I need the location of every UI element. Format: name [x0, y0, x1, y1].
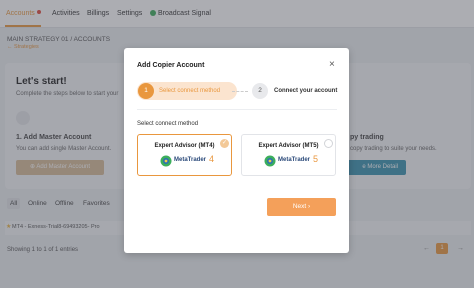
option-title: Expert Advisor (MT4) [154, 143, 215, 149]
brand-version: 5 [313, 154, 319, 164]
divider [137, 109, 337, 110]
metatrader-icon [160, 155, 172, 167]
option-title: Expert Advisor (MT5) [258, 143, 319, 149]
modal-title: Add Copier Account [137, 62, 205, 69]
option-expert-advisor-mt5[interactable]: Expert Advisor (MT5) MetaTrader 5 [241, 134, 336, 176]
close-icon[interactable]: × [329, 60, 335, 70]
option-expert-advisor-mt4[interactable]: ✓ Expert Advisor (MT4) MetaTrader 4 [137, 134, 232, 176]
step-connector [232, 91, 248, 92]
brand-version: 4 [209, 154, 215, 164]
brand-name: MetaTrader [278, 157, 311, 163]
metatrader-icon [264, 155, 276, 167]
step-2-number: 2 [252, 83, 268, 99]
step-2-label: Connect your account [274, 88, 338, 94]
next-button[interactable]: Next › [267, 198, 336, 216]
step-1-number: 1 [138, 83, 154, 99]
metatrader-logo: MetaTrader 4 [160, 154, 220, 167]
add-copier-account-modal: Add Copier Account × 1 Select connect me… [124, 48, 349, 253]
metatrader-logo: MetaTrader 5 [264, 154, 324, 167]
brand-name: MetaTrader [174, 157, 207, 163]
step-1-label: Select connect method [159, 88, 221, 94]
section-label: Select connect method [137, 121, 199, 127]
